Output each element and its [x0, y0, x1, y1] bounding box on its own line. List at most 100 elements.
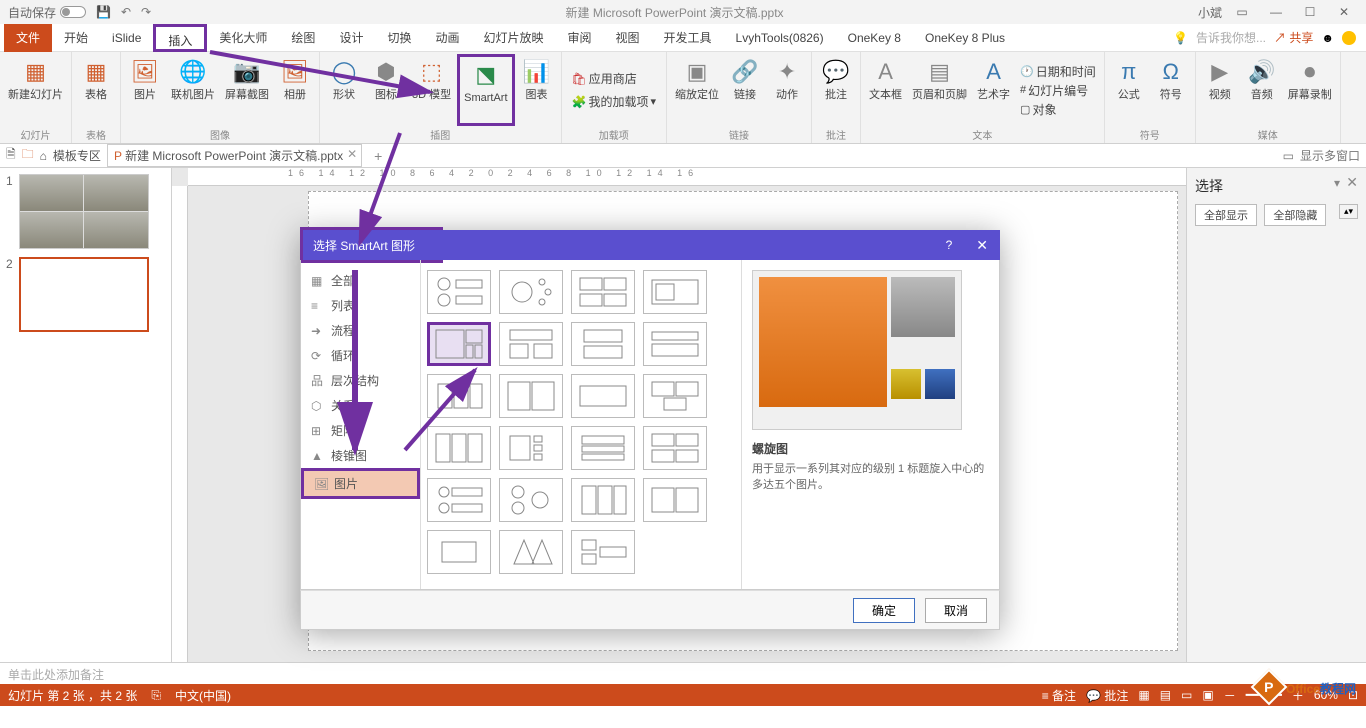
dropdown-icon[interactable]: ▾ [1334, 176, 1340, 190]
tab-design[interactable]: 设计 [327, 24, 375, 52]
normal-view-icon[interactable]: ▦ [1138, 688, 1149, 702]
action-button[interactable]: ✦动作 [767, 54, 807, 126]
save-icon[interactable]: 💾 [96, 5, 111, 19]
hide-all-button[interactable]: 全部隐藏 [1264, 204, 1326, 226]
cat-process[interactable]: ➜流程 [301, 318, 420, 343]
tab-animation[interactable]: 动画 [423, 24, 471, 52]
undo-icon[interactable]: ↶ [121, 5, 131, 19]
close-pane-icon[interactable]: ✕ [1346, 174, 1358, 191]
icons-button[interactable]: ⬢图标 [366, 54, 406, 126]
video-button[interactable]: ▶视频 [1200, 54, 1240, 126]
layout-item[interactable] [427, 530, 491, 574]
toggle-switch-icon[interactable] [60, 6, 86, 18]
cat-pyramid[interactable]: ▲棱锥图 [301, 443, 420, 468]
tell-me-input[interactable]: 告诉我你想... [1196, 29, 1266, 46]
wordart-button[interactable]: A艺术字 [973, 54, 1014, 126]
home-icon[interactable]: ⌂ [40, 149, 47, 163]
tab-onekey8[interactable]: OneKey 8 [836, 24, 913, 52]
slide-thumb-1[interactable]: 1 [6, 174, 165, 249]
cat-all[interactable]: ▦全部 [301, 268, 420, 293]
shapes-button[interactable]: ◯形状 [324, 54, 364, 126]
dialog-close-icon[interactable]: ✕ [964, 237, 1000, 254]
reading-view-icon[interactable]: ▭ [1181, 688, 1192, 702]
layout-item[interactable] [643, 322, 707, 366]
album-button[interactable]: 🖼相册 [275, 54, 315, 126]
folder-icon[interactable]: 🗀 [22, 145, 34, 166]
tab-file[interactable]: 文件 [4, 24, 52, 52]
ribbon-options-icon[interactable]: ▭ [1228, 5, 1256, 19]
user-name[interactable]: 小斌 [1198, 4, 1222, 21]
layout-item[interactable] [643, 478, 707, 522]
layout-item[interactable] [571, 478, 635, 522]
textbox-button[interactable]: A文本框 [865, 54, 906, 126]
datetime-button[interactable]: 🕐日期和时间 [1018, 63, 1098, 80]
tab-draw[interactable]: 绘图 [279, 24, 327, 52]
layout-item[interactable] [427, 426, 491, 470]
tab-transition[interactable]: 切换 [375, 24, 423, 52]
screen-recording-button[interactable]: ⏺屏幕录制 [1284, 54, 1336, 126]
reorder-up-icon[interactable]: ▴▾ [1339, 204, 1358, 219]
online-picture-button[interactable]: 🌐联机图片 [167, 54, 219, 126]
layout-item[interactable] [427, 374, 491, 418]
tab-home[interactable]: 开始 [52, 24, 100, 52]
cat-picture[interactable]: 🖼图片 [301, 468, 420, 499]
object-button[interactable]: ▢对象 [1018, 101, 1098, 118]
layout-item[interactable] [427, 270, 491, 314]
comment-button[interactable]: 💬批注 [816, 54, 856, 126]
new-slide-button[interactable]: ▦新建幻灯片 [4, 54, 67, 126]
layout-item[interactable] [643, 374, 707, 418]
header-footer-button[interactable]: ▤页眉和页脚 [908, 54, 971, 126]
tab-review[interactable]: 审阅 [556, 24, 604, 52]
layout-item[interactable] [643, 426, 707, 470]
notes-area[interactable]: 单击此处添加备注 [0, 662, 1366, 684]
tab-onekey8plus[interactable]: OneKey 8 Plus [913, 24, 1017, 52]
maximize-icon[interactable]: ☐ [1296, 5, 1324, 19]
cancel-button[interactable]: 取消 [925, 598, 987, 623]
tab-insert[interactable]: 插入 [153, 24, 207, 52]
chart-button[interactable]: 📊图表 [517, 54, 557, 126]
feedback-icon[interactable]: ☻ [1321, 31, 1334, 45]
layout-item[interactable] [571, 426, 635, 470]
tab-developer[interactable]: 开发工具 [652, 24, 724, 52]
tab-beautify[interactable]: 美化大师 [207, 24, 279, 52]
layout-item[interactable] [499, 270, 563, 314]
tab-view[interactable]: 视图 [604, 24, 652, 52]
symbol-button[interactable]: Ω符号 [1151, 54, 1191, 126]
picture-button[interactable]: 🖼图片 [125, 54, 165, 126]
cat-cycle[interactable]: ⟳循环 [301, 343, 420, 368]
multi-window-label[interactable]: 显示多窗口 [1300, 147, 1360, 164]
slideshow-view-icon[interactable]: ▣ [1202, 688, 1213, 702]
share-button[interactable]: ↗ 共享 [1274, 29, 1313, 46]
layout-item[interactable] [499, 426, 563, 470]
layout-item[interactable] [571, 322, 635, 366]
close-tab-icon[interactable]: ✕ [347, 147, 357, 161]
audio-button[interactable]: 🔊音频 [1242, 54, 1282, 126]
store-button[interactable]: 🛍应用商店 [570, 70, 639, 87]
document-tab[interactable]: P 新建 Microsoft PowerPoint 演示文稿.pptx ✕ [107, 144, 362, 167]
close-icon[interactable]: ✕ [1330, 5, 1358, 19]
new-tab-icon[interactable]: + [374, 148, 382, 164]
slide-number-button[interactable]: #幻灯片编号 [1018, 82, 1098, 99]
cat-relationship[interactable]: ⬡关系 [301, 393, 420, 418]
cat-matrix[interactable]: ⊞矩阵 [301, 418, 420, 443]
layout-item[interactable] [571, 530, 635, 574]
layout-item-selected[interactable] [427, 322, 491, 366]
smartart-button[interactable]: ⬔SmartArt [457, 54, 514, 126]
autosave-toggle[interactable]: 自动保存 [8, 4, 86, 21]
cat-hierarchy[interactable]: 品层次结构 [301, 368, 420, 393]
show-all-button[interactable]: 全部显示 [1195, 204, 1257, 226]
spellcheck-icon[interactable]: ⎘ [151, 688, 161, 703]
equation-button[interactable]: π公式 [1109, 54, 1149, 126]
dialog-titlebar[interactable]: 选择 SmartArt 图形 ? ✕ [300, 230, 1000, 260]
3d-model-button[interactable]: ⬚3D 模型 [408, 54, 455, 126]
tab-islide[interactable]: iSlide [100, 24, 153, 52]
dialog-help-icon[interactable]: ? [934, 238, 965, 252]
smiley-icon[interactable] [1342, 31, 1356, 45]
my-addins-button[interactable]: 🧩我的加载项 ▾ [570, 93, 659, 110]
layout-item[interactable] [571, 270, 635, 314]
layout-item[interactable] [571, 374, 635, 418]
screenshot-button[interactable]: 📷屏幕截图 [221, 54, 273, 126]
comments-button[interactable]: 💬 批注 [1086, 687, 1128, 704]
notes-button[interactable]: ≡ 备注 [1042, 687, 1076, 704]
multi-window-icon[interactable]: ▭ [1283, 149, 1294, 163]
